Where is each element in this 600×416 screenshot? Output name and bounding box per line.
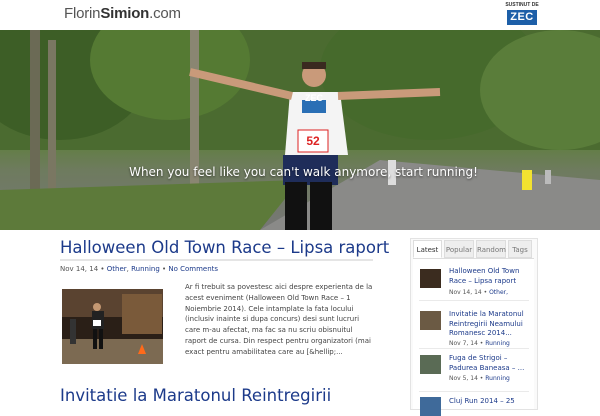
widget-post-link[interactable]: Halloween Old Town Race – Lipsa raport — [449, 267, 529, 286]
divider — [419, 300, 529, 301]
widget-post-link[interactable]: Invitatie la Maratonul Reintregirii Neam… — [449, 310, 529, 339]
comments-link[interactable]: No Comments — [168, 265, 218, 273]
shirt-logo: ZEC — [305, 93, 323, 103]
widget-post-meta: Nov 5, 14 • Running — [449, 375, 510, 382]
widget-post-link[interactable]: Cluj Run 2014 – 25 — [449, 397, 529, 407]
widget-post-link[interactable]: Fuga de Strigoi – Padurea Baneasa – ... — [449, 354, 529, 373]
tab-popular[interactable]: Popular — [444, 240, 474, 258]
tab-random[interactable]: Random — [476, 240, 506, 258]
post-thumbnail[interactable] — [62, 289, 163, 364]
tab-tags[interactable]: Tags — [508, 240, 532, 258]
divider — [419, 391, 529, 392]
thumbnail-photo — [62, 289, 163, 364]
race-bib: 52 — [306, 134, 320, 148]
zec-logo: ZEC — [507, 10, 537, 25]
hero-tagline: When you feel like you can't walk anymor… — [129, 165, 478, 179]
widget-thumbnail — [420, 269, 441, 288]
post-excerpt: Ar fi trebuit sa povestesc aici despre e… — [185, 283, 373, 356]
sponsor-badge[interactable]: SUSTINUT DE ZEC — [505, 2, 539, 28]
widget-thumbnail — [420, 355, 441, 374]
latest-posts-list: Halloween Old Town Race – Lipsa raport N… — [413, 258, 534, 416]
widget-thumbnail — [420, 311, 441, 330]
tab-latest[interactable]: Latest — [413, 240, 442, 258]
site-logo[interactable]: FlorinSimion.com — [64, 5, 181, 22]
post-meta: Nov 14, 14 • Other, Running • No Comment… — [60, 265, 219, 273]
widget-post-meta: Nov 7, 14 • Running — [449, 340, 510, 347]
site-header: FlorinSimion.com SUSTINUT DE ZEC — [0, 0, 600, 30]
post-title-link[interactable]: Invitatie la Maratonul Reintregirii — [60, 386, 331, 405]
post-date: Nov 14, 14 — [60, 265, 99, 273]
title-underline — [60, 259, 373, 261]
category-link-other[interactable]: Other — [107, 265, 127, 273]
category-link-running[interactable]: Running — [131, 265, 160, 273]
post-title-link[interactable]: Halloween Old Town Race – Lipsa raport — [60, 238, 389, 257]
widget-post-meta: Nov 14, 14 • Other, — [449, 289, 509, 296]
divider — [419, 348, 529, 349]
hero-banner: ZEC 52 When you feel like you can't walk… — [0, 30, 600, 230]
